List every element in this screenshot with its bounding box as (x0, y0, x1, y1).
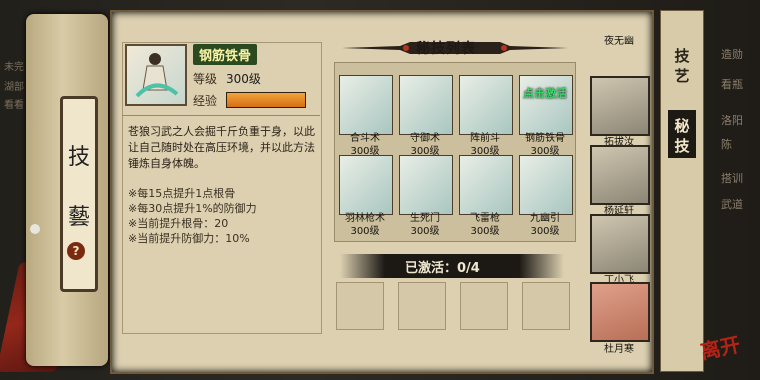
bullet-2: ※每30点提升1%的防御力 (128, 202, 257, 215)
exp-bar (226, 92, 306, 108)
activation-slot[interactable] (336, 282, 384, 330)
skill-tile[interactable]: 飞雷枪 300级 (459, 155, 513, 237)
skill-icon (399, 155, 453, 215)
activated-count: 已激活：0/4 (405, 261, 480, 276)
skill-name: 钢筋铁骨 (193, 44, 258, 65)
skill-tile-level: 300级 (410, 226, 440, 237)
activate-tag[interactable]: 点击激活 (523, 87, 567, 101)
skill-bullets: ※每15点提升1点根骨 ※每30点提升1%的防御力 ※当前提升根骨：20 ※当前… (128, 186, 318, 246)
right-text-3: 洛阳 (721, 114, 743, 127)
bg-text-3: 看看 (4, 100, 24, 111)
level-label: 等级 (193, 72, 218, 86)
right-text-1: 造勋 (721, 48, 743, 61)
panel-title: 秘技列表 (416, 41, 476, 57)
exp-label: 经验 (193, 94, 218, 108)
hero-name: 杜月寒 (604, 344, 634, 355)
skill-portrait (125, 44, 187, 106)
tassel-bead (30, 224, 40, 234)
skill-icon (519, 75, 573, 135)
scroll-char-1: 技 (67, 145, 90, 170)
skill-tile-level: 300级 (530, 226, 560, 237)
skill-icon (459, 155, 513, 215)
bg-text-2: 湖部 (4, 82, 24, 93)
skill-tile[interactable]: 生死门 300级 (399, 155, 453, 237)
skill-tile-selected[interactable]: 点击激活 钢筋铁骨 300级 (519, 75, 573, 157)
skill-tile-level: 300级 (350, 226, 380, 237)
hero-name: 夜无幽 (604, 36, 634, 47)
right-text-4: 陈 (721, 138, 732, 151)
hero-portrait-selected[interactable] (590, 282, 650, 342)
skill-icon (399, 75, 453, 135)
skill-description: 苍狼习武之人会掘千斤负重于身，以此让自己随时处在高压环境，并以此方法锤炼自身体魄… (128, 125, 315, 170)
right-text-6: 武道 (721, 198, 743, 211)
right-text-5: 搭训 (721, 172, 743, 185)
tab-skill-art[interactable]: 技艺 (668, 46, 696, 88)
scroll-label-box[interactable]: 技 藝 (60, 96, 98, 292)
skill-icon (519, 155, 573, 215)
activation-slot[interactable] (522, 282, 570, 330)
skill-tile[interactable]: 阵前斗 300级 (459, 75, 513, 157)
hero-portrait[interactable] (590, 214, 650, 274)
hero-portrait[interactable] (590, 76, 650, 136)
bullet-1: ※每15点提升1点根骨 (128, 187, 236, 200)
bullet-4: ※当前提升防御力：10% (128, 232, 250, 245)
bg-text-1: 未完 (4, 62, 24, 73)
level-value: 300级 (226, 72, 261, 86)
skill-tile[interactable]: 九幽引 300级 (519, 155, 573, 237)
activation-slot[interactable] (460, 282, 508, 330)
tab-secret-skill[interactable]: 秘技 (668, 110, 696, 158)
right-background: 造勋 看瓶 洛阳 陈 搭训 武道 (705, 40, 760, 320)
skill-grid: 合斗术 300级 守御术 300级 阵前斗 300级 点击激活 钢筋铁骨 300… (334, 62, 576, 242)
exp-bar-fill (227, 93, 305, 107)
skill-icon (459, 75, 513, 135)
skill-icon (339, 75, 393, 135)
warrior-figure-icon (135, 53, 179, 98)
skill-tile[interactable]: 羽林枪术 300级 (339, 155, 393, 237)
scroll-char-2: 藝 (67, 205, 90, 230)
hero-portrait[interactable] (590, 145, 650, 205)
bullet-3: ※当前提升根骨：20 (128, 217, 229, 230)
skill-tile-level: 300级 (470, 226, 500, 237)
skill-icon (339, 155, 393, 215)
right-text-2: 看瓶 (721, 78, 743, 91)
help-icon[interactable]: ? (67, 242, 85, 260)
skill-tile[interactable]: 合斗术 300级 (339, 75, 393, 157)
divider (122, 115, 320, 116)
activation-slot[interactable] (398, 282, 446, 330)
skill-tile[interactable]: 守御术 300级 (399, 75, 453, 157)
